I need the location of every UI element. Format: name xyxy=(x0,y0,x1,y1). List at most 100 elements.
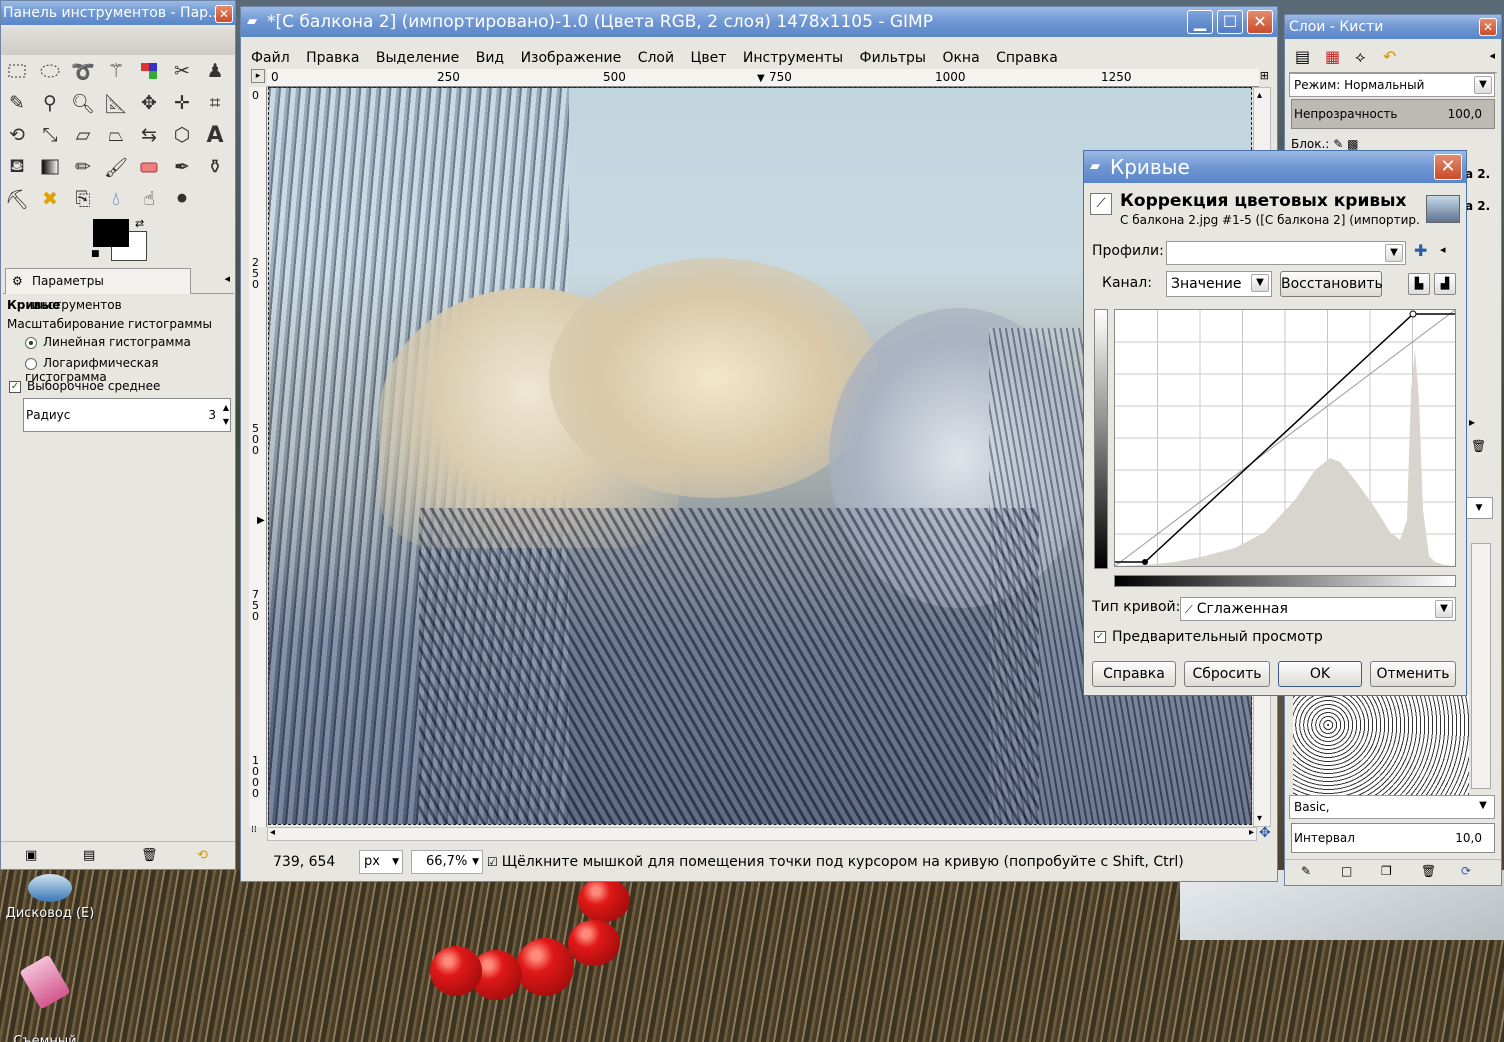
bucket-fill-icon[interactable]: ⛾ xyxy=(3,153,31,181)
preset-menu-icon[interactable]: ◂ xyxy=(1440,243,1446,256)
restore-options-icon[interactable]: ▤ xyxy=(83,848,95,863)
tab-channels-icon[interactable]: ▦ xyxy=(1325,47,1340,66)
zoom-select[interactable]: 66,7% ▼ xyxy=(411,850,483,874)
image-titlebar[interactable]: ▰ *[С балкона 2] (импортировано)-1.0 (Цв… xyxy=(241,7,1277,37)
channel-select[interactable]: Значение ▼ xyxy=(1166,271,1272,297)
desktop-icon-drive-j[interactable]: Съемный диск (J) xyxy=(0,944,90,1042)
horizontal-scrollbar[interactable]: ◂ ▸ xyxy=(267,827,1257,841)
quick-mask-corner-icon[interactable]: ▸ xyxy=(251,69,265,83)
dodge-burn-icon[interactable]: ⚫ xyxy=(168,185,196,213)
scroll-left-icon[interactable]: ◂ xyxy=(270,827,275,838)
lock-alpha-icon[interactable]: ▩ xyxy=(1347,137,1358,151)
menu-image[interactable]: Изображение xyxy=(521,50,622,66)
linear-histogram-icon[interactable]: ▙ xyxy=(1408,273,1430,295)
delete-brush-icon[interactable]: 🗑︎ xyxy=(1421,864,1436,878)
curve-type-select[interactable]: ⟋ Сглаженная ▼ xyxy=(1180,597,1456,621)
menu-colors[interactable]: Цвет xyxy=(691,50,727,66)
chevron-down-icon[interactable]: ▼ xyxy=(1465,497,1493,519)
blur-icon[interactable]: 💧︎ xyxy=(102,185,130,213)
menu-filters[interactable]: Фильтры xyxy=(860,50,926,66)
zoom-icon[interactable]: 🔍︎ xyxy=(69,89,97,117)
duplicate-brush-icon[interactable]: ❐ xyxy=(1381,864,1392,878)
move-icon[interactable]: ✥ xyxy=(135,89,163,117)
tab-undo-icon[interactable]: ↶ xyxy=(1383,47,1396,66)
align-icon[interactable]: ✛ xyxy=(168,89,196,117)
new-brush-icon[interactable]: □ xyxy=(1341,864,1352,878)
ok-button[interactable]: OK xyxy=(1278,661,1362,687)
scroll-right-icon[interactable]: ▸ xyxy=(1469,415,1475,429)
curves-titlebar[interactable]: ▰ Кривые xyxy=(1084,151,1466,183)
linear-histogram-radio[interactable]: Линейная гистограмма xyxy=(25,335,191,349)
menu-view[interactable]: Вид xyxy=(476,50,504,66)
layer-mode-select[interactable]: Режим: Нормальный ▼ xyxy=(1289,73,1495,97)
flip-icon[interactable]: ⇆ xyxy=(135,121,163,149)
tab-menu-icon[interactable]: ◂ xyxy=(224,272,230,285)
edit-brush-icon[interactable]: ✎ xyxy=(1301,864,1311,878)
menu-file[interactable]: Файл xyxy=(251,50,290,66)
fuzzy-select-icon[interactable]: ⚚ xyxy=(102,57,130,85)
refresh-brushes-icon[interactable]: ⟳ xyxy=(1461,864,1471,878)
foreground-select-icon[interactable]: ♟ xyxy=(201,57,229,85)
radius-spinner[interactable]: Радиус 3 ▲ ▼ xyxy=(23,398,231,432)
minimize-button[interactable]: ▁ xyxy=(1187,10,1213,34)
close-button[interactable]: ✕ xyxy=(1479,18,1497,36)
heal-icon[interactable]: ✖ xyxy=(36,185,64,213)
menu-layer[interactable]: Слой xyxy=(638,50,674,66)
opacity-slider[interactable]: Непрозрачность 100,0 xyxy=(1291,99,1495,129)
add-preset-icon[interactable]: ✚ xyxy=(1414,241,1427,260)
desktop-icon-drive-e[interactable]: Дисковод (E) xyxy=(0,874,100,922)
scroll-up-icon[interactable]: ▴ xyxy=(1257,90,1262,101)
perspective-icon[interactable]: ⏢ xyxy=(102,121,130,149)
tab-menu-icon[interactable]: ◂ xyxy=(1489,49,1495,62)
curve-point[interactable] xyxy=(1409,310,1417,318)
curve-graph[interactable] xyxy=(1114,309,1456,567)
save-options-icon[interactable]: ▣ xyxy=(25,848,37,863)
menu-windows[interactable]: Окна xyxy=(942,50,979,66)
scissors-icon[interactable]: ✂ xyxy=(168,57,196,85)
brush-grid[interactable] xyxy=(1293,695,1469,795)
cancel-button[interactable]: Отменить xyxy=(1370,661,1456,687)
paintbrush-icon[interactable]: 🖌︎ xyxy=(102,153,130,181)
paths-icon[interactable]: ✎ xyxy=(3,89,31,117)
toolbox-titlebar[interactable]: Панель инструментов - Пар... xyxy=(1,1,235,25)
help-button[interactable]: Справка xyxy=(1092,661,1176,687)
ink-icon[interactable]: ⚱ xyxy=(201,153,229,181)
eraser-icon[interactable] xyxy=(135,153,163,181)
color-select-icon[interactable] xyxy=(135,57,163,85)
tab-layers-icon[interactable]: ▤ xyxy=(1295,47,1310,66)
menu-edit[interactable]: Правка xyxy=(306,50,359,66)
shear-icon[interactable]: ▱ xyxy=(69,121,97,149)
text-tool-icon[interactable]: A xyxy=(201,121,229,149)
reset-channel-button[interactable]: Восстановить xyxy=(1280,271,1383,297)
scroll-right-icon[interactable]: ▸ xyxy=(1249,827,1254,838)
swap-colors-icon[interactable]: ⇄ xyxy=(135,217,144,230)
smudge-icon[interactable]: ☝ xyxy=(135,185,163,213)
delete-layer-icon[interactable]: 🗑︎ xyxy=(1471,439,1486,453)
brush-set-select[interactable]: Basic, ▼ xyxy=(1289,795,1495,819)
sample-average-checkbox[interactable]: ✓ Выборочное среднее xyxy=(9,379,160,393)
log-histogram-icon[interactable]: ▟ xyxy=(1434,273,1456,295)
measure-icon[interactable]: 📐︎ xyxy=(102,89,130,117)
reset-options-icon[interactable]: ⟲ xyxy=(197,848,208,863)
rotate-icon[interactable]: ⟲ xyxy=(3,121,31,149)
delete-options-icon[interactable]: 🗑︎ xyxy=(141,848,158,863)
spacing-slider[interactable]: Интервал 10,0 xyxy=(1291,823,1495,853)
ellipse-select-icon[interactable] xyxy=(36,57,64,85)
default-colors-icon[interactable]: ■ xyxy=(91,249,100,259)
clone-icon[interactable]: ⛏ xyxy=(3,185,31,213)
menu-help[interactable]: Справка xyxy=(996,50,1058,66)
airbrush-icon[interactable]: ✒ xyxy=(168,153,196,181)
tab-tool-options[interactable]: ⚙ Параметры инструментов xyxy=(5,268,191,312)
close-button[interactable]: ✕ xyxy=(1434,154,1462,180)
reset-button[interactable]: Сбросить xyxy=(1184,661,1270,687)
menu-select[interactable]: Выделение xyxy=(376,50,459,66)
color-picker-icon[interactable]: ⚲ xyxy=(36,89,64,117)
presets-select[interactable]: ▼ xyxy=(1166,241,1406,265)
layers-dock-titlebar[interactable]: Слои - Кисти xyxy=(1285,15,1501,39)
menu-tools[interactable]: Инструменты xyxy=(743,50,843,66)
pencil-icon[interactable]: ✏ xyxy=(69,153,97,181)
spin-arrows-icon[interactable]: ▲ ▼ xyxy=(223,401,229,429)
maximize-button[interactable]: ☐ xyxy=(1217,10,1243,34)
curve-point[interactable] xyxy=(1142,559,1148,565)
tab-paths-icon[interactable]: ⟡ xyxy=(1355,47,1366,67)
